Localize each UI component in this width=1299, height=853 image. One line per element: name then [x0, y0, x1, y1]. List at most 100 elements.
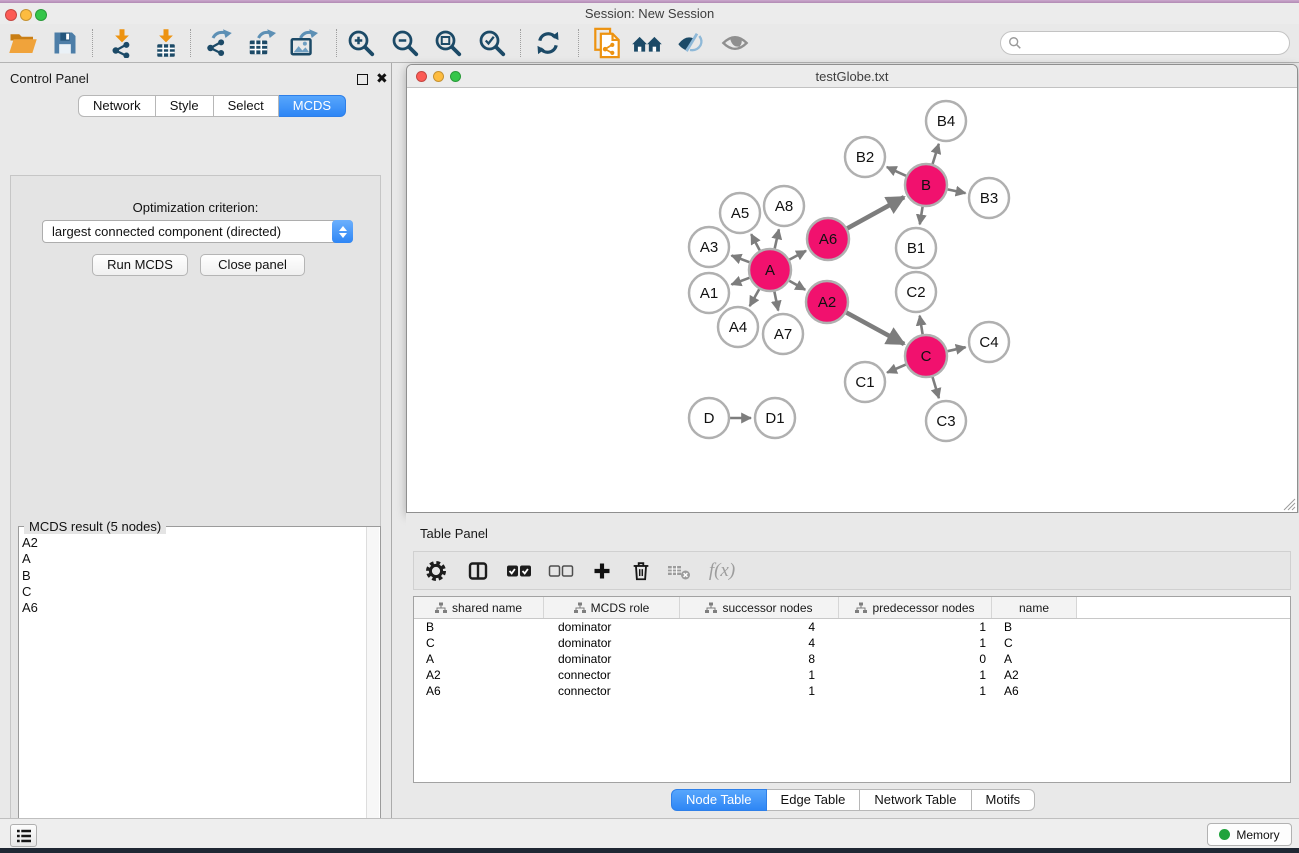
graph-edge-B-B4[interactable]: [933, 144, 939, 164]
graph-node-C2[interactable]: C2: [896, 272, 936, 312]
graph-edge-A-A2[interactable]: [789, 281, 805, 290]
mcds-result-item[interactable]: C: [22, 584, 352, 600]
zoom-fit-button[interactable]: [429, 25, 467, 61]
graph-edge-C-C4[interactable]: [948, 347, 966, 351]
graph-edge-C-C2[interactable]: [920, 316, 923, 335]
network-maximize-light[interactable]: [450, 71, 461, 82]
import-network-button[interactable]: [103, 25, 141, 61]
zoom-out-button[interactable]: [386, 25, 424, 61]
tab-edge-table[interactable]: Edge Table: [767, 789, 861, 811]
tab-network[interactable]: Network: [78, 95, 156, 117]
task-history-button[interactable]: [10, 824, 37, 847]
tab-network-table[interactable]: Network Table: [860, 789, 971, 811]
close-panel-button[interactable]: Close panel: [200, 254, 305, 276]
delete-column-button[interactable]: [622, 556, 660, 586]
network-minimize-light[interactable]: [433, 71, 444, 82]
export-image-button[interactable]: [284, 25, 322, 61]
graph-node-B1[interactable]: B1: [896, 228, 936, 268]
graph-edge-C-C1[interactable]: [887, 365, 906, 373]
graph-node-B3[interactable]: B3: [969, 178, 1009, 218]
window-resize-grip[interactable]: [1281, 496, 1296, 511]
minimize-window-light[interactable]: [20, 9, 32, 21]
graph-node-A4[interactable]: A4: [718, 307, 758, 347]
mcds-result-item[interactable]: A6: [22, 600, 352, 616]
hide-panel-button[interactable]: [671, 25, 709, 61]
graph-node-A2[interactable]: A2: [806, 281, 848, 323]
graph-edge-B-B2[interactable]: [887, 167, 906, 176]
graph-edge-A-A5[interactable]: [751, 234, 760, 250]
graph-node-A3[interactable]: A3: [689, 227, 729, 267]
graph-node-D[interactable]: D: [689, 398, 729, 438]
import-table-button[interactable]: [147, 25, 185, 61]
graph-node-D1[interactable]: D1: [755, 398, 795, 438]
graph-edge-A-A1[interactable]: [732, 278, 750, 285]
tab-mcds[interactable]: MCDS: [279, 95, 346, 117]
zoom-in-button[interactable]: [342, 25, 380, 61]
refresh-button[interactable]: [529, 25, 567, 61]
graph-node-A7[interactable]: A7: [763, 314, 803, 354]
graph-edge-A-A6[interactable]: [789, 251, 806, 260]
graph-node-A6[interactable]: A6: [807, 218, 849, 260]
graph-edge-A6-B[interactable]: [847, 197, 904, 228]
graph-node-A8[interactable]: A8: [764, 186, 804, 226]
close-panel-icon[interactable]: ✖: [376, 73, 388, 85]
graph-node-C4[interactable]: C4: [969, 322, 1009, 362]
zoom-selected-button[interactable]: [473, 25, 511, 61]
graph-edge-B-B1[interactable]: [920, 207, 923, 225]
show-panel-button[interactable]: [716, 25, 754, 61]
float-panel-icon[interactable]: [357, 74, 368, 85]
new-network-from-file-button[interactable]: [588, 25, 626, 61]
tab-motifs[interactable]: Motifs: [972, 789, 1036, 811]
graph-node-B4[interactable]: B4: [926, 101, 966, 141]
table-row[interactable]: Cdominator41C: [414, 635, 1290, 651]
table-settings-button[interactable]: [414, 556, 458, 586]
mcds-result-item[interactable]: A2: [22, 535, 352, 551]
graph-edge-A-A7[interactable]: [774, 292, 778, 311]
graph-edge-A2-C[interactable]: [846, 313, 904, 345]
column-header-MCDS-role[interactable]: MCDS role: [544, 597, 680, 618]
export-network-button[interactable]: [199, 25, 237, 61]
close-window-light[interactable]: [5, 9, 17, 21]
graph-node-A[interactable]: A: [749, 249, 791, 291]
graph-node-B[interactable]: B: [905, 164, 947, 206]
open-session-button[interactable]: [4, 25, 42, 61]
select-all-button[interactable]: [498, 556, 540, 586]
column-header-name[interactable]: name: [992, 597, 1077, 618]
save-session-button[interactable]: [46, 25, 84, 61]
show-column-button[interactable]: [458, 556, 498, 586]
graph-edge-A-A8[interactable]: [775, 229, 779, 248]
graph-node-C[interactable]: C: [905, 335, 947, 377]
memory-button[interactable]: Memory: [1207, 823, 1292, 846]
column-header-predecessor-nodes[interactable]: predecessor nodes: [839, 597, 992, 618]
column-header-successor-nodes[interactable]: successor nodes: [680, 597, 839, 618]
graph-edge-B-B3[interactable]: [948, 189, 966, 193]
deselect-all-button[interactable]: [540, 556, 582, 586]
graph-node-A1[interactable]: A1: [689, 273, 729, 313]
graph-node-A5[interactable]: A5: [720, 193, 760, 233]
tab-node-table[interactable]: Node Table: [671, 789, 767, 811]
network-close-light[interactable]: [416, 71, 427, 82]
table-row[interactable]: Bdominator41B: [414, 619, 1290, 635]
graph-edge-C-C3[interactable]: [933, 377, 939, 398]
graph-edge-A-A3[interactable]: [732, 256, 750, 263]
network-window-titlebar[interactable]: testGlobe.txt: [407, 65, 1297, 88]
column-header-shared-name[interactable]: shared name: [414, 597, 544, 618]
run-mcds-button[interactable]: Run MCDS: [92, 254, 188, 276]
tab-style[interactable]: Style: [156, 95, 214, 117]
home-button[interactable]: [628, 25, 666, 61]
network-canvas[interactable]: B4 B2 B B3 A5A8A6 A3 B1 A A1 C2 A2 A4A7 C4 C C1 C3 D D1: [407, 89, 1297, 512]
table-row[interactable]: Adominator80A: [414, 651, 1290, 667]
mcds-result-item[interactable]: B: [22, 568, 352, 584]
criterion-dropdown[interactable]: largest connected component (directed): [42, 220, 353, 243]
create-column-button[interactable]: [582, 556, 622, 586]
graph-node-C3[interactable]: C3: [926, 401, 966, 441]
tab-select[interactable]: Select: [214, 95, 279, 117]
mcds-result-item[interactable]: A: [22, 551, 352, 567]
graph-node-B2[interactable]: B2: [845, 137, 885, 177]
maximize-window-light[interactable]: [35, 9, 47, 21]
graph-node-C1[interactable]: C1: [845, 362, 885, 402]
table-row[interactable]: A2connector11A2: [414, 667, 1290, 683]
search-input[interactable]: [1000, 31, 1290, 55]
table-row[interactable]: A6connector11A6: [414, 683, 1290, 699]
export-table-button[interactable]: [242, 25, 280, 61]
